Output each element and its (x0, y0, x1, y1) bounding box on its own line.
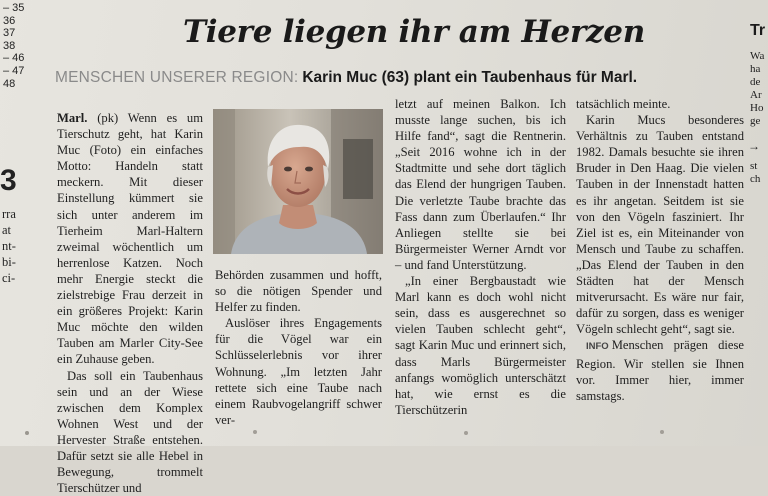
neighbor-line: de (750, 76, 764, 89)
article-column-3: letzt auf meinen Balkon. Ich musste lang… (395, 96, 566, 418)
print-specks (0, 424, 768, 440)
margin-fragment: at (2, 222, 16, 238)
dateline: Marl. (57, 111, 87, 125)
article-column-4: tatsächlich meinte. Karin Mucs besondere… (576, 96, 744, 404)
neighbor-text-2: st ch (750, 160, 760, 186)
margin-number: 37 (3, 27, 24, 40)
page-number-list: – 35 36 37 38 – 46 – 47 48 (3, 2, 24, 90)
right-neighbor-article: Tr Wa ha de Ar Ho ge → st ch (745, 0, 768, 446)
article-paragraph: Karin Mucs besonderes Verhältnis zu Taub… (576, 112, 744, 337)
margin-fragment: bi- (2, 254, 16, 270)
margin-number: – 47 (3, 65, 24, 78)
margin-number: 48 (3, 78, 24, 91)
article-paragraph: „In einer Bergbaustadt wie Marl kann es … (395, 273, 566, 418)
neighbor-line: ge (750, 115, 764, 128)
section-kicker: MENSCHEN UNSERER REGION: (55, 69, 298, 86)
left-margin-column: – 35 36 37 38 – 46 – 47 48 3 rra at nt- … (0, 0, 34, 446)
neighbor-line: ha (750, 63, 764, 76)
neighbor-line: Ho (750, 102, 764, 115)
article-subheadline: Karin Muc (63) plant ein Taubenhaus für … (302, 69, 637, 86)
paragraph-text: (pk) Wenn es um Tierschutz geht, hat Kar… (57, 111, 203, 366)
portrait-photo (213, 109, 383, 254)
neighbor-line: ch (750, 173, 760, 186)
neighbor-headline: Tr (750, 22, 765, 40)
neighbor-line: Wa (750, 50, 764, 63)
margin-number: 38 (3, 40, 24, 53)
margin-number: – 46 (3, 52, 24, 65)
neighbor-line: Ar (750, 89, 764, 102)
neighbor-line: st (750, 160, 760, 173)
info-label: INFO (586, 341, 609, 352)
margin-fragment: ci- (2, 270, 16, 286)
info-box: INFOMenschen prägen diese Region. Wir st… (576, 337, 744, 403)
article-paragraph: Marl. (pk) Wenn es um Tierschutz geht, h… (57, 110, 203, 368)
arrow-right-icon: → (748, 139, 760, 154)
article-paragraph: tatsächlich meinte. (576, 96, 744, 112)
neighbor-text: Wa ha de Ar Ho ge (750, 50, 764, 128)
margin-number: 36 (3, 15, 24, 28)
margin-fragment: nt- (2, 238, 16, 254)
article-column-2: Behörden zusammen und hofft, so die nöti… (215, 267, 382, 428)
article-paragraph: letzt auf meinen Balkon. Ich musste lang… (395, 96, 566, 273)
article-subline: MENSCHEN UNSERER REGION:Karin Muc (63) p… (55, 69, 637, 87)
article-paragraph: Auslöser ihres Engagements für die Vögel… (215, 315, 382, 428)
margin-fragment: rra (2, 206, 16, 222)
article-paragraph: Behörden zusammen und hofft, so die nöti… (215, 267, 382, 315)
article-headline: Tiere liegen ihr am Herzen (183, 14, 603, 50)
portrait-image (213, 109, 383, 254)
margin-text-fragments: rra at nt- bi- ci- (2, 206, 16, 286)
margin-big-number: 3 (0, 164, 17, 198)
margin-number: – 35 (3, 2, 24, 15)
